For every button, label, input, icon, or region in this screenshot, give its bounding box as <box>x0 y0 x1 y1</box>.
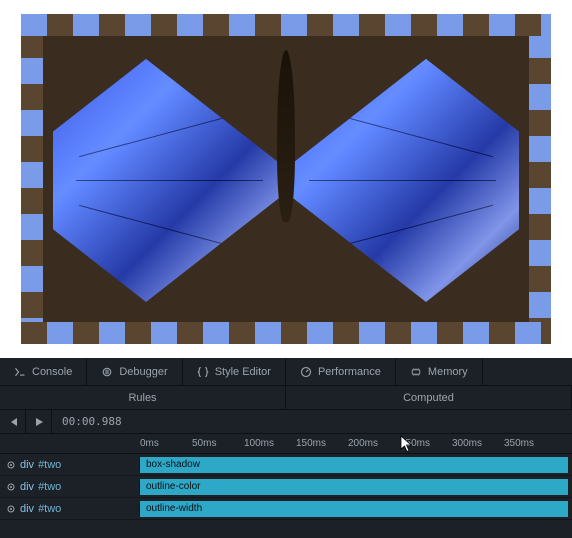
track-selector: div #two <box>0 459 140 471</box>
selector-tag: div <box>20 503 34 515</box>
animation-controls: 00:00.988 <box>0 410 572 434</box>
selector-tag: div <box>20 459 34 471</box>
selector-id: #two <box>38 503 61 515</box>
selector-tag: div <box>20 481 34 493</box>
tab-label: Style Editor <box>215 366 271 378</box>
track-selector: div #two <box>0 481 140 493</box>
tab-memory[interactable]: Memory <box>396 358 483 385</box>
ruler-tick: 100ms <box>244 434 296 453</box>
rewind-button[interactable] <box>0 410 26 434</box>
selector-id: #two <box>38 459 61 471</box>
tab-console[interactable]: Console <box>0 358 87 385</box>
selector-id: #two <box>38 481 61 493</box>
ruler-tick: 150ms <box>296 434 348 453</box>
subtabs: Rules Computed <box>0 386 572 410</box>
ruler-tick: 200ms <box>348 434 400 453</box>
animation-track[interactable]: div #two outline-color <box>0 476 572 498</box>
tab-debugger[interactable]: Debugger <box>87 358 182 385</box>
ruler-tick: 250ms <box>400 434 452 453</box>
gauge-icon <box>300 366 312 378</box>
devtools-panel: Console Debugger Style Editor Performanc… <box>0 358 572 538</box>
animation-bar[interactable]: outline-color <box>140 479 568 495</box>
tab-label: Memory <box>428 366 468 378</box>
console-icon <box>14 366 26 378</box>
tab-label: Console <box>32 366 72 378</box>
subtab-computed[interactable]: Computed <box>286 386 572 409</box>
element-content <box>43 36 529 322</box>
ruler-tick: 350ms <box>504 434 556 453</box>
animation-track[interactable]: div #two outline-width <box>0 498 572 520</box>
devtools-tabs: Console Debugger Style Editor Performanc… <box>0 358 572 386</box>
animation-bar[interactable]: box-shadow <box>140 457 568 473</box>
playback-time: 00:00.988 <box>52 415 132 428</box>
play-icon <box>34 417 44 427</box>
braces-icon <box>197 366 209 378</box>
target-icon <box>6 482 16 492</box>
subtab-rules[interactable]: Rules <box>0 386 286 409</box>
target-icon <box>6 460 16 470</box>
ruler-tick: 50ms <box>192 434 244 453</box>
time-ruler[interactable]: 0ms 50ms 100ms 150ms 200ms 250ms 300ms 3… <box>0 434 572 454</box>
ruler-tick: 300ms <box>452 434 504 453</box>
rewind-icon <box>8 417 18 427</box>
animation-bar[interactable]: outline-width <box>140 501 568 517</box>
tab-label: Performance <box>318 366 381 378</box>
tab-performance[interactable]: Performance <box>286 358 396 385</box>
animation-timeline: div #two box-shadow div #two outline-color… <box>0 454 572 520</box>
ruler-tick: 0ms <box>140 434 192 453</box>
preview-pane <box>0 0 572 358</box>
play-button[interactable] <box>26 410 52 434</box>
debugger-icon <box>101 366 113 378</box>
tab-label: Debugger <box>119 366 167 378</box>
animation-track[interactable]: div #two box-shadow <box>0 454 572 476</box>
outlined-element <box>21 14 551 344</box>
track-selector: div #two <box>0 503 140 515</box>
target-icon <box>6 504 16 514</box>
tab-style-editor[interactable]: Style Editor <box>183 358 286 385</box>
memory-icon <box>410 366 422 378</box>
